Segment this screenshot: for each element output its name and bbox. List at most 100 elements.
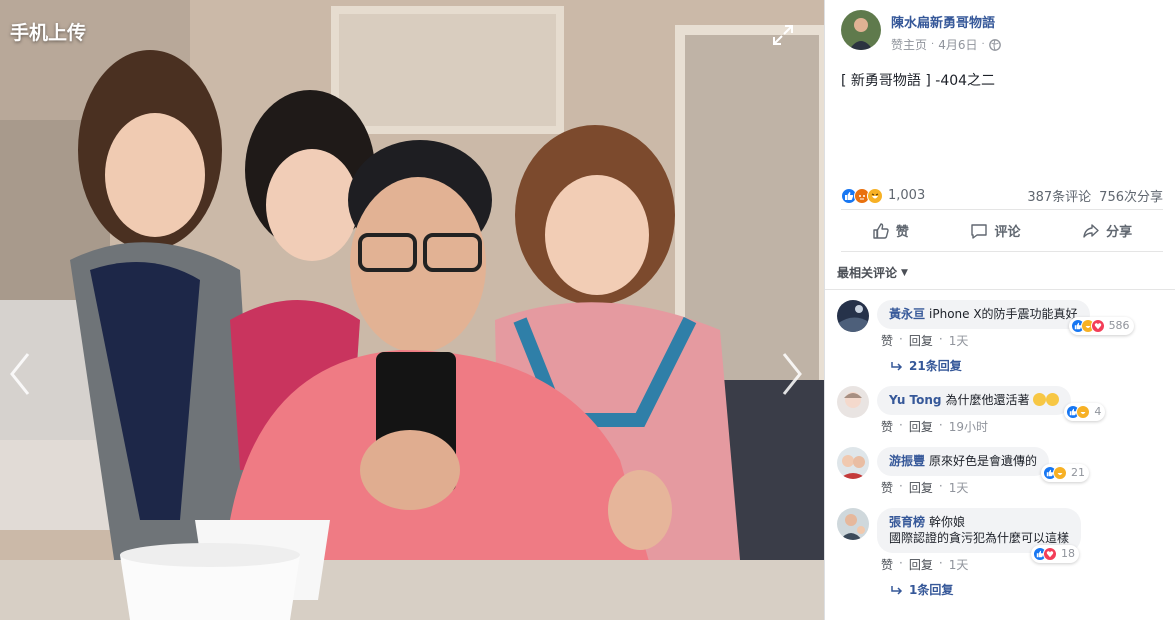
comment-bubble: 張育榜 幹你娘 國際認證的貪污犯為什麼可以這樣 18 xyxy=(877,508,1082,563)
comment-reply-link[interactable]: 回复 xyxy=(909,479,933,496)
chevron-down-icon: ▼ xyxy=(901,267,908,278)
disappointed-emoji-icon xyxy=(1046,393,1060,406)
disappointed-emoji-icon xyxy=(1033,393,1047,406)
upload-source-label: 手机上传 xyxy=(10,22,87,44)
separator-dot: · xyxy=(981,39,985,50)
comment-item: 黃永亘 iPhone X的防手震功能真好 586 赞 · 回复 · 1天 xyxy=(837,300,1163,349)
next-photo-arrow-icon[interactable] xyxy=(780,350,804,398)
post-panel: 陳水扁新勇哥物語 赞主页 · 4月6日 · [ 新勇哥物語 ] -404之二 1… xyxy=(824,0,1175,620)
comment-reactions[interactable]: 586 xyxy=(1068,317,1134,335)
replies-count-label: 21条回复 xyxy=(909,359,962,373)
share-button-label: 分享 xyxy=(1106,225,1133,240)
like-button-label: 赞 xyxy=(895,225,909,240)
comment-actions: 赞 · 回复 · 1天 xyxy=(877,479,1049,496)
post-header: 陳水扁新勇哥物語 赞主页 · 4月6日 · xyxy=(825,0,1175,62)
commenter-name[interactable]: Yu Tong xyxy=(889,393,942,407)
comment-reaction-count: 18 xyxy=(1061,547,1076,560)
post-text: [ 新勇哥物語 ] -404之二 xyxy=(841,73,996,89)
photo-viewer[interactable]: 手机上传 xyxy=(0,0,824,620)
comment-like-link[interactable]: 赞 xyxy=(881,332,893,349)
comment-body: Yu Tong 為什麼他還活著 4 赞 · 回复 · 19小时 xyxy=(877,386,1106,435)
reply-arrow-icon xyxy=(891,585,903,595)
reaction-summary[interactable]: 1,003 xyxy=(841,187,926,204)
love-reaction-icon xyxy=(1043,547,1058,561)
comment-time[interactable]: 1天 xyxy=(949,556,969,573)
post-meta: 陳水扁新勇哥物語 赞主页 · 4月6日 · xyxy=(891,10,1001,62)
comment-text: 幹你娘 xyxy=(929,515,966,529)
commenter-avatar[interactable] xyxy=(837,386,869,418)
comment-bubble-icon xyxy=(971,223,988,239)
separator-dot: · xyxy=(899,556,903,570)
comment-text: 為什麼他還活著 xyxy=(945,393,1030,407)
reply-arrow-icon xyxy=(891,361,903,371)
comment-list: 黃永亘 iPhone X的防手震功能真好 586 赞 · 回复 · 1天 21条… xyxy=(825,290,1175,598)
separator-dot: · xyxy=(931,39,935,50)
comment-time[interactable]: 19小时 xyxy=(949,418,988,435)
comment-reaction-count: 586 xyxy=(1108,319,1130,332)
comment-sort-label: 最相关评论 xyxy=(837,266,898,280)
comment-actions: 赞 · 回复 · 19小时 xyxy=(877,418,1071,435)
comment-like-link[interactable]: 赞 xyxy=(881,479,893,496)
thumbs-up-icon xyxy=(873,222,889,239)
haha-reaction-icon xyxy=(867,187,883,204)
post-subline: 赞主页 · 4月6日 · xyxy=(891,36,1001,53)
comment-like-link[interactable]: 赞 xyxy=(881,556,893,573)
separator-dot: · xyxy=(938,418,943,432)
comment-bubble: 游振豐 原來好色是會遺傳的 21 xyxy=(877,447,1090,482)
comment-count-link[interactable]: 387条评论 xyxy=(1027,186,1091,205)
comment-item: 張育榜 幹你娘 國際認證的貪污犯為什麼可以這樣 18 赞 · 回复 · 1天 xyxy=(837,508,1163,573)
page-name-link[interactable]: 陳水扁新勇哥物語 xyxy=(891,12,1001,31)
commenter-avatar[interactable] xyxy=(837,300,869,332)
view-replies-link[interactable]: 21条回复 xyxy=(891,357,1163,374)
comment-reply-link[interactable]: 回复 xyxy=(909,556,933,573)
comment-reactions[interactable]: 4 xyxy=(1064,403,1106,421)
love-reaction-icon xyxy=(1090,319,1105,333)
share-count-link[interactable]: 756次分享 xyxy=(1099,186,1163,205)
comment-body: 黃永亘 iPhone X的防手震功能真好 586 赞 · 回复 · 1天 xyxy=(877,300,1134,349)
comment-reply-link[interactable]: 回复 xyxy=(909,418,933,435)
commenter-avatar[interactable] xyxy=(837,447,869,479)
comment-reaction-count: 21 xyxy=(1071,466,1086,479)
separator-dot: · xyxy=(938,556,943,570)
comment-button-label: 评论 xyxy=(994,225,1021,240)
like-page-link[interactable]: 赞主页 xyxy=(891,36,927,53)
comment-actions: 赞 · 回复 · 1天 xyxy=(877,332,1090,349)
post-date[interactable]: 4月6日 xyxy=(938,36,977,53)
comment-reactions[interactable]: 21 xyxy=(1041,464,1090,482)
comment-reactions[interactable]: 18 xyxy=(1031,545,1080,563)
globe-icon xyxy=(988,38,1001,51)
post-actions: 赞 评论 分享 xyxy=(841,210,1163,252)
comment-text: iPhone X的防手震功能真好 xyxy=(929,307,1078,321)
post-stats: 1,003 387条评论 756次分享 xyxy=(841,186,1163,210)
replies-count-label: 1条回复 xyxy=(909,583,954,597)
commenter-name[interactable]: 黃永亘 xyxy=(889,307,925,321)
comment-sort-dropdown[interactable]: 最相关评论 ▼ xyxy=(825,252,1175,290)
previous-photo-arrow-icon[interactable] xyxy=(8,350,32,398)
comment-button[interactable]: 评论 xyxy=(970,221,1020,240)
comment-text: 原來好色是會遺傳的 xyxy=(929,454,1038,468)
commenter-name[interactable]: 游振豐 xyxy=(889,454,925,468)
separator-dot: · xyxy=(938,332,943,346)
post-photo xyxy=(0,0,824,620)
photo-theater: 手机上传 陳水扁新勇哥物語 赞主页 · 4月6日 · [新勇哥物語] -40… xyxy=(0,0,1175,620)
commenter-name[interactable]: 張育榜 xyxy=(889,515,925,529)
separator-dot: · xyxy=(899,479,903,493)
comment-time[interactable]: 1天 xyxy=(949,332,969,349)
like-button[interactable]: 赞 xyxy=(872,221,909,240)
comment-reaction-count: 4 xyxy=(1094,405,1102,418)
comment-text-line-2: 國際認證的貪污犯為什麼可以這樣 xyxy=(889,531,1070,545)
comment-reply-link[interactable]: 回复 xyxy=(909,332,933,349)
share-button[interactable]: 分享 xyxy=(1082,221,1132,240)
separator-dot: · xyxy=(899,418,903,432)
page-avatar[interactable] xyxy=(841,10,881,50)
commenter-avatar[interactable] xyxy=(837,508,869,540)
reaction-count: 1,003 xyxy=(888,188,926,203)
comment-body: 張育榜 幹你娘 國際認證的貪污犯為什麼可以這樣 18 赞 · 回复 · 1天 xyxy=(877,508,1082,573)
haha-reaction-icon xyxy=(1053,466,1068,480)
comment-time[interactable]: 1天 xyxy=(949,479,969,496)
comment-body: 游振豐 原來好色是會遺傳的 21 赞 · 回复 · 1天 xyxy=(877,447,1090,496)
view-replies-link[interactable]: 1条回复 xyxy=(891,581,1163,598)
comment-like-link[interactable]: 赞 xyxy=(881,418,893,435)
expand-icon[interactable] xyxy=(772,24,794,46)
comment-item: 游振豐 原來好色是會遺傳的 21 赞 · 回复 · 1天 xyxy=(837,447,1163,496)
